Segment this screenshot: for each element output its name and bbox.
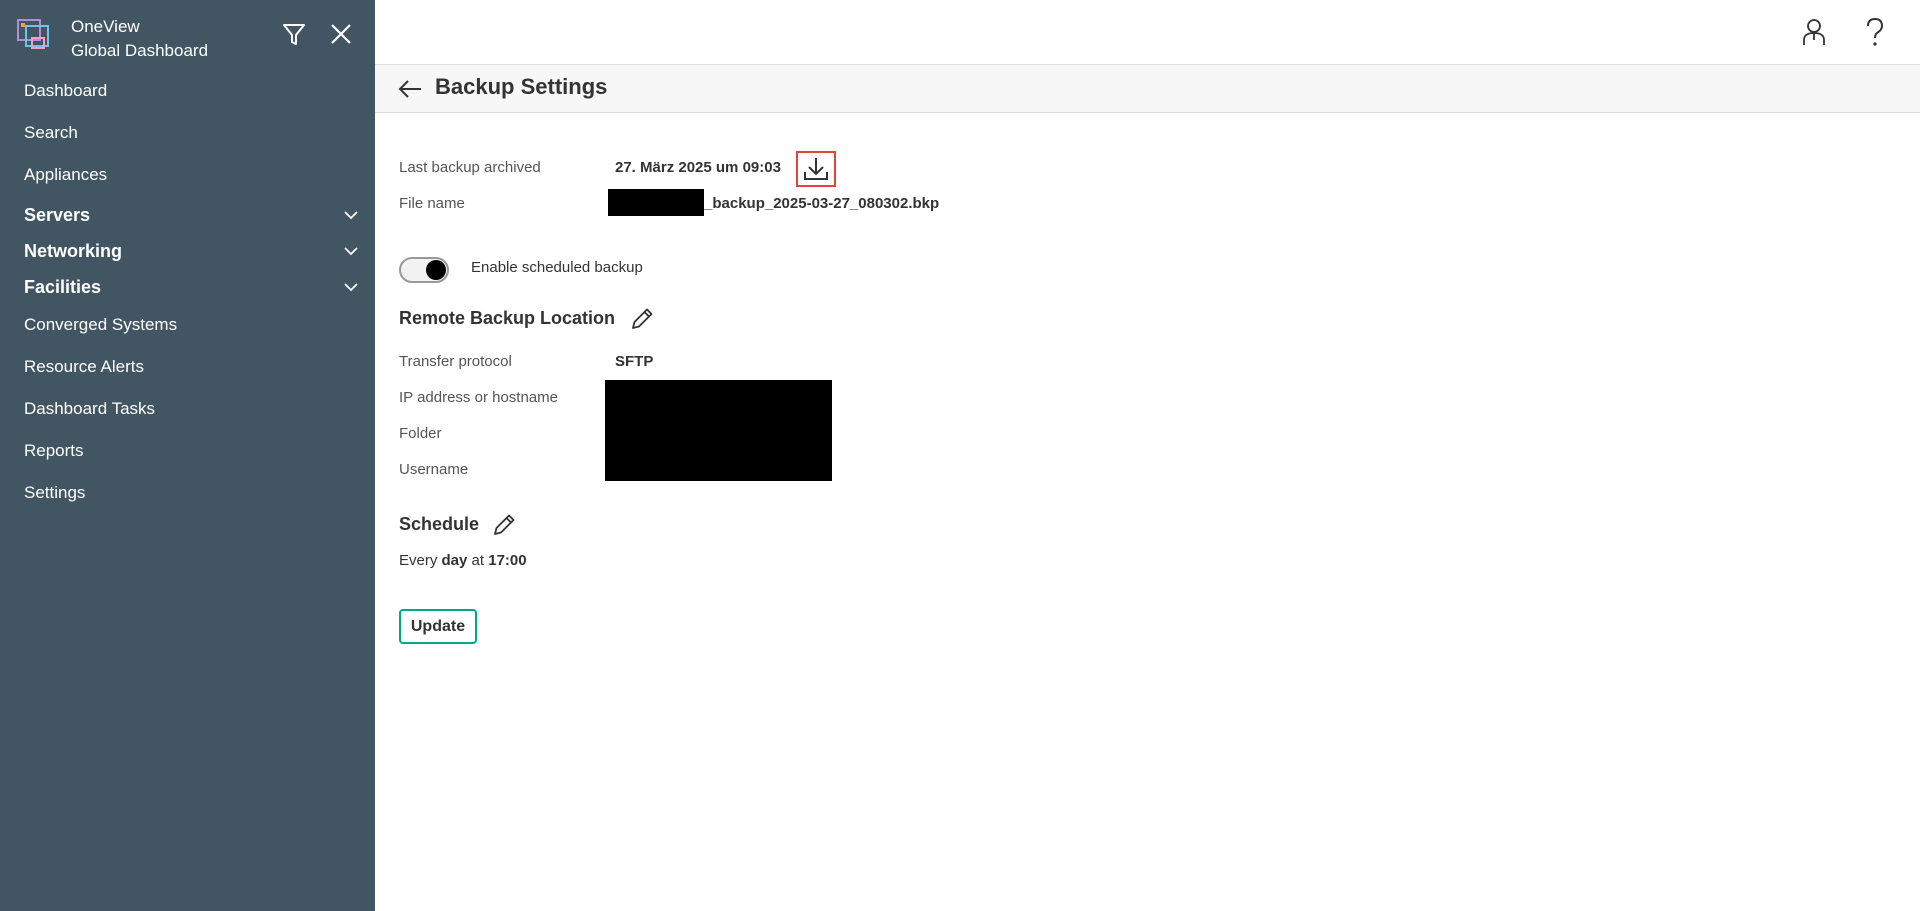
app-name-line2: Global Dashboard <box>71 41 209 60</box>
user-icon[interactable] <box>1799 16 1829 48</box>
sidebar-group-servers[interactable]: Servers <box>0 197 375 233</box>
file-name-label: File name <box>399 195 465 212</box>
sidebar-item-reports[interactable]: Reports <box>0 431 375 473</box>
sidebar-item-label: Search <box>24 123 78 142</box>
sidebar-item-appliances[interactable]: Appliances <box>0 155 375 197</box>
download-backup-button[interactable] <box>796 151 836 187</box>
scheduled-backup-label: Enable scheduled backup <box>471 259 643 276</box>
sidebar-nav: Dashboard Search Appliances Servers Netw… <box>0 71 375 515</box>
sidebar-item-settings[interactable]: Settings <box>0 473 375 515</box>
sidebar-item-dashboard-tasks[interactable]: Dashboard Tasks <box>0 389 375 431</box>
sidebar-item-label: Dashboard Tasks <box>24 399 156 418</box>
oneview-logo-icon <box>17 19 49 49</box>
sidebar-item-label: Converged Systems <box>24 315 178 334</box>
folder-label: Folder <box>399 425 442 442</box>
protocol-value: SFTP <box>615 353 654 370</box>
sidebar-item-label: Dashboard <box>24 81 108 100</box>
file-name-value: _backup_2025-03-27_080302.bkp <box>704 195 940 212</box>
filter-icon[interactable] <box>278 18 310 50</box>
schedule-middle: at <box>471 552 485 569</box>
app-name-line1: OneView <box>71 17 140 36</box>
chevron-down-icon <box>344 211 358 220</box>
username-label: Username <box>399 461 469 478</box>
schedule-time: 17:00 <box>488 552 527 569</box>
last-backup-value: 27. März 2025 um 09:03 <box>615 159 781 176</box>
page-title: Backup Settings <box>435 74 608 99</box>
last-backup-label: Last backup archived <box>399 159 541 176</box>
back-arrow-icon[interactable] <box>397 77 423 101</box>
host-label: IP address or hostname <box>399 389 558 406</box>
sidebar-item-label: Networking <box>24 241 123 261</box>
sidebar-item-label: Reports <box>24 441 84 460</box>
edit-schedule-icon[interactable] <box>491 512 517 538</box>
schedule-summary: Every day at 17:00 <box>399 552 527 569</box>
protocol-label: Transfer protocol <box>399 353 512 370</box>
remote-location-title: Remote Backup Location <box>399 308 616 328</box>
close-icon[interactable] <box>325 18 357 50</box>
sidebar: OneView Global Dashboard Dashboard Searc… <box>0 0 375 911</box>
download-icon <box>804 158 828 180</box>
sidebar-item-label: Servers <box>24 205 91 225</box>
page-header: Backup Settings <box>375 65 1920 113</box>
chevron-down-icon <box>344 283 358 292</box>
redacted-block <box>608 189 704 216</box>
sidebar-group-networking[interactable]: Networking <box>0 233 375 269</box>
schedule-title: Schedule <box>399 514 480 534</box>
sidebar-item-search[interactable]: Search <box>0 113 375 155</box>
toggle-knob <box>426 260 446 280</box>
schedule-prefix: Every <box>399 552 438 569</box>
sidebar-item-converged-systems[interactable]: Converged Systems <box>0 305 375 347</box>
scheduled-backup-toggle[interactable] <box>399 257 449 283</box>
edit-remote-location-icon[interactable] <box>629 306 655 332</box>
sidebar-item-resource-alerts[interactable]: Resource Alerts <box>0 347 375 389</box>
sidebar-item-dashboard[interactable]: Dashboard <box>0 71 375 113</box>
chevron-down-icon <box>344 247 358 256</box>
sidebar-item-label: Appliances <box>24 165 108 184</box>
brand: OneView Global Dashboard <box>16 14 361 64</box>
help-icon[interactable] <box>1860 16 1890 48</box>
sidebar-item-label: Facilities <box>24 277 102 297</box>
sidebar-item-label: Resource Alerts <box>24 357 144 376</box>
sidebar-group-facilities[interactable]: Facilities <box>0 269 375 305</box>
redacted-block <box>605 380 832 481</box>
schedule-frequency: day <box>441 552 468 569</box>
app-name: OneView Global Dashboard <box>71 15 208 63</box>
update-button[interactable]: Update <box>399 609 477 644</box>
top-bar <box>375 0 1920 65</box>
sidebar-item-label: Settings <box>24 483 86 502</box>
